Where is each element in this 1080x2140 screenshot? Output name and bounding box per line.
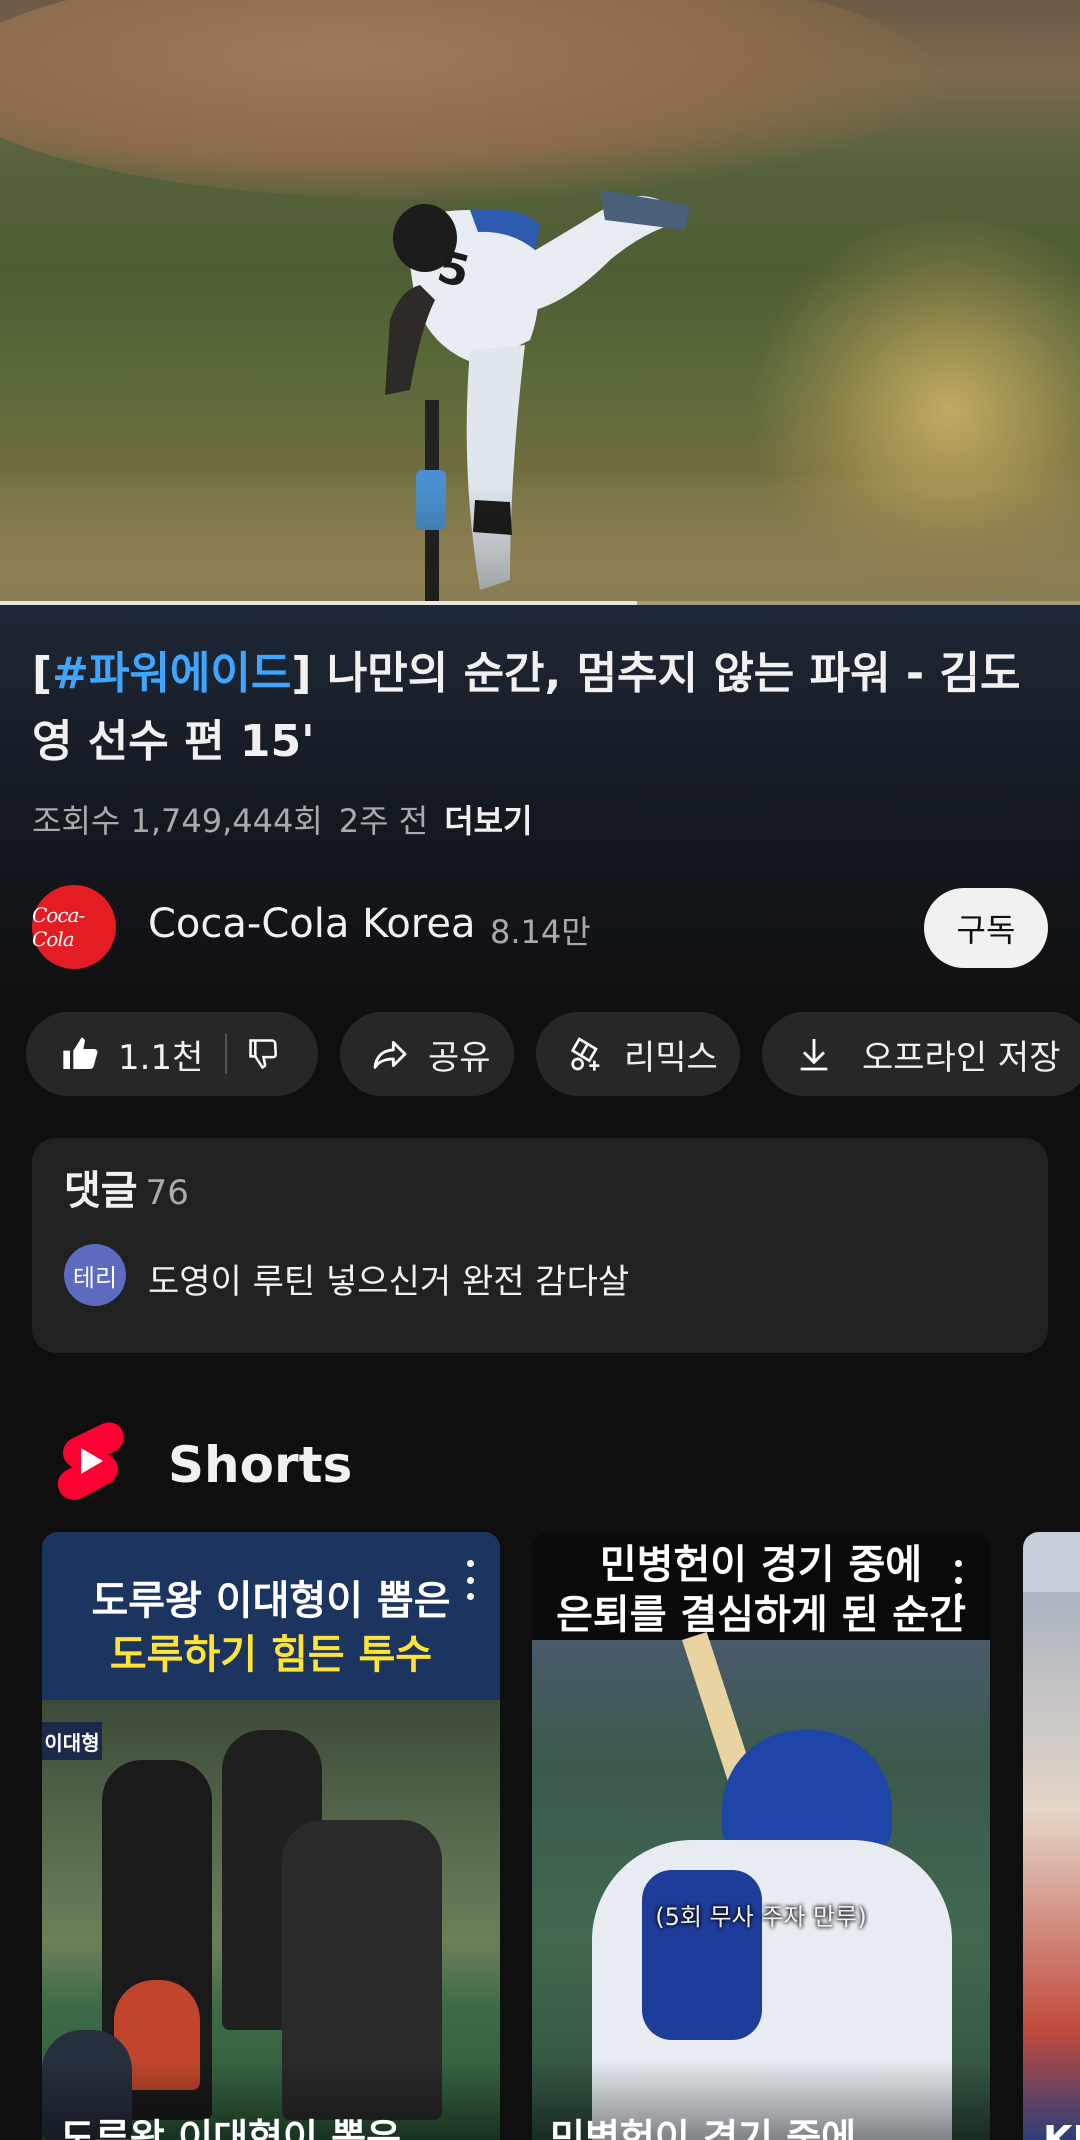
like-dislike-chip: 1.1천 bbox=[26, 1012, 318, 1096]
short-thumb-photo bbox=[1023, 1592, 1080, 2140]
short-thumb-line2: 은퇴를 결심하게 된 순간 bbox=[556, 1592, 966, 1638]
download-button[interactable]: 오프라인 저장 bbox=[762, 1012, 1080, 1096]
comments-label: 댓글 bbox=[64, 1168, 138, 1214]
commenter-avatar: 테리 bbox=[64, 1244, 126, 1306]
remix-label: 리믹스 bbox=[624, 1037, 718, 1078]
subscribe-button[interactable]: 구독 bbox=[924, 888, 1048, 968]
view-count: 조회수 1,749,444회 bbox=[32, 802, 323, 840]
shorts-heading: Shorts bbox=[168, 1436, 353, 1494]
share-button[interactable]: 공유 bbox=[340, 1012, 514, 1096]
download-icon bbox=[800, 1039, 828, 1071]
photo-helmet bbox=[722, 1730, 892, 1850]
comments-count: 76 bbox=[145, 1173, 189, 1213]
short-card[interactable]: KI bbox=[1023, 1532, 1080, 2140]
video-bottom-shade bbox=[0, 485, 1080, 605]
short-thumb-caption: (5회 무사 주자 만루) bbox=[655, 1903, 867, 1931]
subscriber-count: 8.14만 bbox=[490, 913, 591, 951]
short-thumb-line1: 도루왕 이대형이 뽑은 bbox=[91, 1578, 451, 1624]
share-label: 공유 bbox=[428, 1037, 491, 1078]
shorts-header bbox=[54, 1420, 124, 1510]
comments-heading: 댓글 76 bbox=[64, 1158, 189, 1216]
short-thumb-line2: 도루하기 힘든 투수 bbox=[109, 1632, 433, 1678]
download-label: 오프라인 저장 bbox=[862, 1037, 1061, 1078]
channel-row[interactable]: Coca-Cola Coca-Cola Korea 8.14만 구독 bbox=[32, 885, 1048, 971]
top-comment-text: 도영이 루틴 넣으신거 완전 감다살 bbox=[148, 1262, 630, 1302]
video-player[interactable]: 5 bbox=[0, 0, 1080, 605]
short-title: 민병헌이 경기 중에 bbox=[550, 2116, 857, 2140]
video-title[interactable]: [#파워에이드] 나만의 순간, 멈추지 않는 파워 - 김도영 선수 편 15… bbox=[32, 640, 1032, 776]
short-thumb-badge: 이대형 bbox=[42, 1722, 102, 1760]
short-title: 도루왕 이대형이 뽑은 bbox=[60, 2116, 402, 2140]
channel-avatar[interactable]: Coca-Cola bbox=[32, 885, 116, 969]
share-arrow-icon bbox=[373, 1040, 407, 1069]
short-card[interactable]: 민병헌이 경기 중에 은퇴를 결심하게 된 순간 (5회 무사 주자 만루) 민… bbox=[532, 1532, 990, 2140]
thumbs-down-icon[interactable] bbox=[245, 1035, 283, 1073]
channel-logo-text: Coca-Cola bbox=[32, 903, 85, 951]
title-bracket: [ bbox=[32, 648, 53, 699]
photo-sleeve bbox=[642, 1870, 762, 2040]
short-more-button[interactable] bbox=[462, 1560, 478, 1600]
action-bar: 1.1천 공유 리믹스 오프라인 저장 bbox=[26, 1012, 1080, 1096]
comments-card[interactable]: 댓글 76 테리 도영이 루틴 넣으신거 완전 감다살 bbox=[32, 1138, 1048, 1353]
channel-name[interactable]: Coca-Cola Korea bbox=[148, 901, 475, 947]
upload-age: 2주 전 bbox=[338, 802, 429, 840]
like-count: 1.1천 bbox=[118, 1037, 204, 1078]
short-title: KI bbox=[1043, 2118, 1080, 2140]
like-divider bbox=[225, 1034, 228, 1074]
more-button[interactable]: 더보기 bbox=[444, 802, 532, 840]
shorts-logo-icon bbox=[57, 1422, 124, 1500]
short-card[interactable]: 도루왕 이대형이 뽑은 도루하기 힘든 투수 이대형 도루왕 이대형이 뽑은 bbox=[42, 1532, 500, 2140]
video-meta[interactable]: 조회수 1,749,444회 2주 전 더보기 bbox=[32, 796, 549, 842]
remix-icon bbox=[570, 1037, 600, 1071]
thumbs-up-icon bbox=[63, 1037, 98, 1069]
remix-button[interactable]: 리믹스 bbox=[536, 1012, 740, 1096]
short-more-button[interactable] bbox=[950, 1560, 966, 1600]
like-button[interactable]: 1.1천 bbox=[60, 1030, 203, 1079]
title-hashtag-link[interactable]: #파워에이드 bbox=[52, 648, 291, 699]
